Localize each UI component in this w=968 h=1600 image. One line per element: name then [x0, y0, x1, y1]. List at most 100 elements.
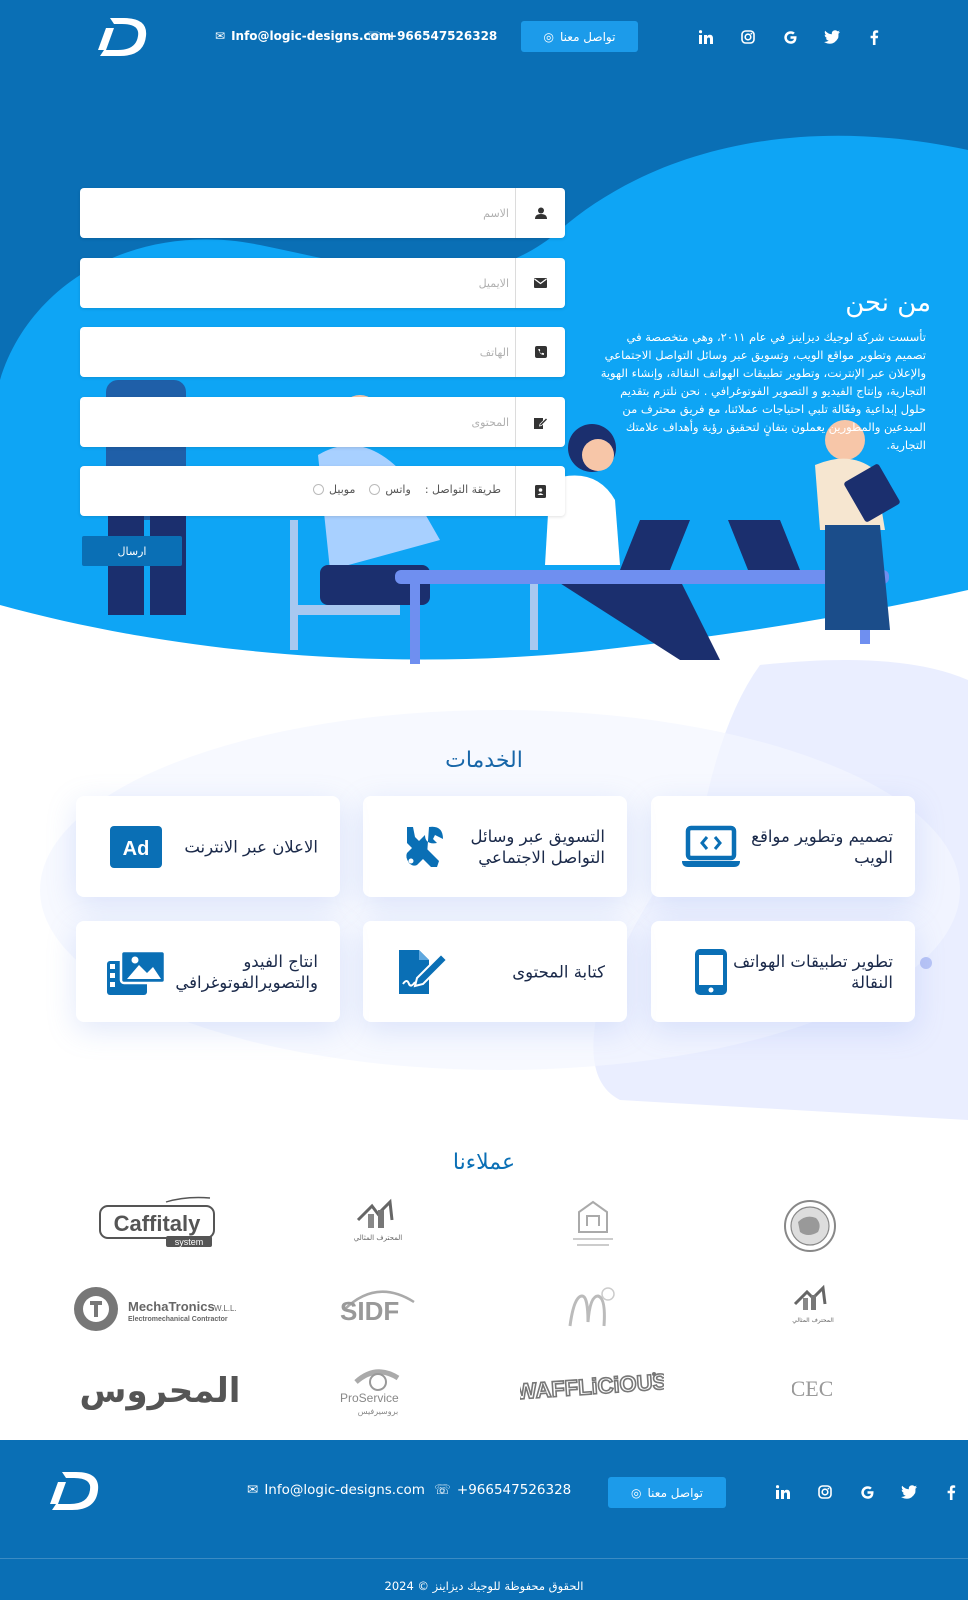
instagram-icon[interactable]	[740, 29, 756, 45]
whatsapp-option-label: واتس	[385, 483, 411, 496]
name-field	[80, 188, 565, 238]
service-card-ads[interactable]: الاعلان عبر الانترنت Ad	[76, 796, 340, 897]
svg-text:system: system	[175, 1237, 204, 1247]
about-title: من نحن	[845, 288, 931, 318]
edit-icon	[515, 397, 565, 447]
header-phone[interactable]: ☏ +966547526328	[366, 29, 497, 43]
twitter-icon[interactable]	[824, 29, 840, 45]
svg-text:W.L.L.: W.L.L.	[214, 1304, 237, 1313]
client-logo-m	[560, 1282, 622, 1336]
twitter-icon[interactable]	[901, 1484, 917, 1500]
contact-card-icon	[515, 466, 565, 516]
footer-logo[interactable]	[48, 1468, 106, 1516]
svg-text:المحترف المثالي: المحترف المثالي	[792, 1317, 834, 1324]
service-card-video[interactable]: انتاج الفيدو والتصويرالفوتوغرافي	[76, 921, 340, 1022]
footer-divider	[0, 1558, 968, 1559]
contact-us-button[interactable]: ◎ تواصل معنا	[521, 21, 638, 52]
service-label: تطوير تطبيقات الهواتف النقالة	[733, 951, 893, 992]
clients-title: عملاءنا	[452, 1150, 516, 1175]
client-logo-wafflicious: WAFFLiCiOUS	[520, 1360, 664, 1420]
client-logo-mechatronics: MechaTronics W.L.L. Electromechanical Cont…	[68, 1281, 248, 1337]
phone-icon: ☏	[434, 1482, 451, 1498]
svg-text:MechaTronics: MechaTronics	[128, 1299, 215, 1314]
linkedin-icon[interactable]	[698, 29, 714, 45]
logo-icon	[98, 18, 147, 56]
mobile-option-label: موبيل	[329, 483, 356, 496]
client-logo-almahrous: المحروس	[68, 1362, 252, 1418]
facebook-icon[interactable]	[943, 1484, 959, 1500]
contact-method-label: طريقة التواصل :	[424, 483, 501, 496]
tools-icon	[393, 821, 453, 873]
submit-button[interactable]: ارسال	[82, 536, 182, 566]
services-title: الخدمات	[445, 748, 523, 773]
svg-text:ProService: ProService	[340, 1391, 399, 1405]
contact-method-field: طريقة التواصل : واتس موبيل	[80, 466, 565, 516]
logo[interactable]	[96, 14, 154, 62]
content-field	[80, 397, 565, 447]
content-input[interactable]	[94, 397, 509, 447]
web-code-icon	[681, 821, 741, 873]
whatsapp-radio[interactable]	[369, 484, 381, 495]
mobile-option[interactable]: موبيل	[313, 483, 355, 496]
email-input[interactable]	[94, 258, 509, 308]
footer-social-links	[775, 1484, 959, 1500]
client-logo-sidf: SIDF	[336, 1282, 420, 1336]
service-card-content[interactable]: كتابة المحتوى	[363, 921, 627, 1022]
email-field	[80, 258, 565, 308]
phone-square-icon	[515, 327, 565, 377]
phone-icon: ☏	[366, 29, 382, 43]
footer-contact-us-label: تواصل معنا	[647, 1485, 703, 1500]
client-logo-cec: CEC	[792, 1370, 832, 1406]
phone-field	[80, 327, 565, 377]
service-label: كتابة المحتوى	[512, 962, 605, 981]
user-icon	[515, 188, 565, 238]
footer-phone-text: +966547526328	[456, 1482, 572, 1498]
mobile-radio[interactable]	[313, 484, 325, 495]
about-text: تأسست شركة لوجيك ديزاينز في عام ٢٠١١، وه…	[600, 330, 926, 452]
mobile-icon	[681, 946, 741, 998]
google-icon[interactable]	[782, 29, 798, 45]
svg-text:Electromechanical Contractor: Electromechanical Contractor	[128, 1316, 228, 1323]
svg-text:Caffitaly: Caffitaly	[114, 1211, 202, 1236]
whatsapp-icon: ◎	[543, 29, 554, 44]
google-icon[interactable]	[859, 1484, 875, 1500]
phone-input[interactable]	[94, 327, 509, 377]
service-label: تصميم وتطوير مواقع الويب	[751, 826, 893, 867]
svg-text:Ad: Ad	[123, 838, 150, 860]
svg-text:WAFFLiCiOUS: WAFFLiCiOUS	[520, 1369, 664, 1405]
linkedin-icon[interactable]	[775, 1484, 791, 1500]
instagram-icon[interactable]	[817, 1484, 833, 1500]
svg-text:المحروس: المحروس	[80, 1371, 241, 1411]
contact-method-options: طريقة التواصل : واتس موبيل	[313, 483, 501, 496]
social-links	[698, 29, 882, 45]
client-logo-qassim	[565, 1198, 621, 1252]
svg-text:المحترف المثالي: المحترف المثالي	[354, 1234, 402, 1242]
ad-icon: Ad	[106, 821, 166, 873]
envelope-icon: ✉	[215, 29, 226, 43]
footer-contact-us-button[interactable]: ◎ تواصل معنا	[608, 1477, 726, 1508]
service-card-web[interactable]: تصميم وتطوير مواقع الويب	[651, 796, 915, 897]
service-card-social[interactable]: التسويق عبر وسائل التواصل الاجتماعي	[363, 796, 627, 897]
footer-email-text: Info@logic-designs.com	[264, 1482, 425, 1498]
svg-text:بروسيرفيس: بروسيرفيس	[358, 1407, 398, 1416]
svg-text:SIDF: SIDF	[340, 1296, 399, 1326]
facebook-icon[interactable]	[866, 29, 882, 45]
footer-email[interactable]: ✉ Info@logic-designs.com	[247, 1482, 425, 1498]
header-phone-text: +966547526328	[387, 29, 498, 43]
service-label: انتاج الفيدو والتصويرالفوتوغرافي	[175, 951, 318, 992]
whatsapp-option[interactable]: واتس	[369, 483, 411, 496]
service-label: التسويق عبر وسائل التواصل الاجتماعي	[470, 826, 605, 867]
name-input[interactable]	[94, 188, 509, 238]
contact-us-label: تواصل معنا	[560, 29, 616, 44]
logo-icon	[50, 1472, 99, 1510]
site-footer: ✉ Info@logic-designs.com ☏ +966547526328…	[0, 1440, 968, 1600]
envelope-icon	[515, 258, 565, 308]
footer-phone[interactable]: ☏ +966547526328	[434, 1482, 571, 1498]
content-writing-icon	[393, 946, 453, 998]
envelope-icon: ✉	[247, 1482, 259, 1498]
video-photo-icon	[106, 946, 166, 998]
client-logo-almohtaref-1: المحترف المثالي	[338, 1198, 418, 1250]
service-card-mobile[interactable]: تطوير تطبيقات الهواتف النقالة	[651, 921, 915, 1022]
service-label: الاعلان عبر الانترنت	[184, 837, 318, 856]
header-email[interactable]: ✉ Info@logic-designs.com	[215, 29, 391, 43]
